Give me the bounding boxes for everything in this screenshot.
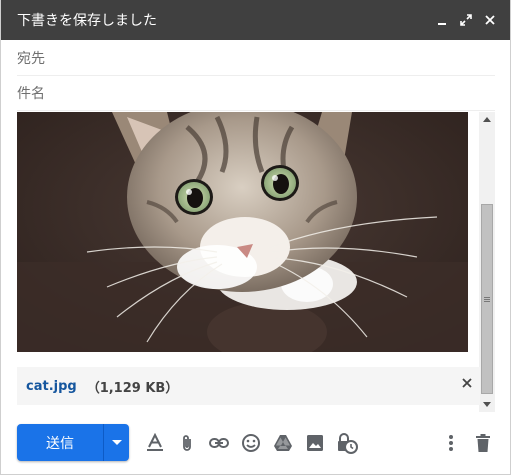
scrollbar-thumb[interactable] [481,204,493,394]
scroll-up-icon[interactable] [479,112,495,126]
compose-titlebar[interactable]: 下書きを保存しました [1,0,510,40]
attachment-chip[interactable]: cat.jpg （1,129 KB） [17,367,480,405]
more-options-icon[interactable] [439,431,463,455]
to-label: 宛先 [17,51,45,67]
attachment-size: （1,129 KB） [86,380,179,396]
format-text-icon[interactable] [143,431,167,455]
compose-toolbar: 送信 [17,424,495,461]
subject-field[interactable]: 件名 [17,76,495,111]
close-icon[interactable] [478,8,502,32]
photo-icon[interactable] [303,431,327,455]
confidential-icon[interactable] [335,431,359,455]
recipients-field[interactable]: 宛先 [17,41,495,76]
subject-label: 件名 [17,86,45,102]
scrollbar-grip [484,296,490,303]
window-controls [430,8,502,32]
send-button[interactable]: 送信 [17,424,103,461]
scroll-down-icon[interactable] [479,398,495,412]
compose-window: 下書きを保存しました 宛先 件名 cat.jpg （1,129 KB） 送信 [0,0,511,475]
send-options-chevron-down-icon[interactable] [104,424,129,461]
trash-icon[interactable] [471,431,495,455]
inline-image-cat[interactable] [17,112,468,352]
window-title: 下書きを保存しました [17,13,157,29]
body-scrollbar[interactable] [479,112,495,412]
emoji-icon[interactable] [239,431,263,455]
remove-attachment-close-icon[interactable] [462,377,472,392]
link-icon[interactable] [207,431,231,455]
subject-input[interactable] [55,84,495,102]
drive-icon[interactable] [271,431,295,455]
minimize-icon[interactable] [430,8,454,32]
attach-icon[interactable] [175,431,199,455]
send-button-group: 送信 [17,424,129,461]
attachment-filename[interactable]: cat.jpg [26,379,77,394]
expand-icon[interactable] [454,8,478,32]
cat-photo [17,112,468,352]
recipients-input[interactable] [55,49,495,67]
